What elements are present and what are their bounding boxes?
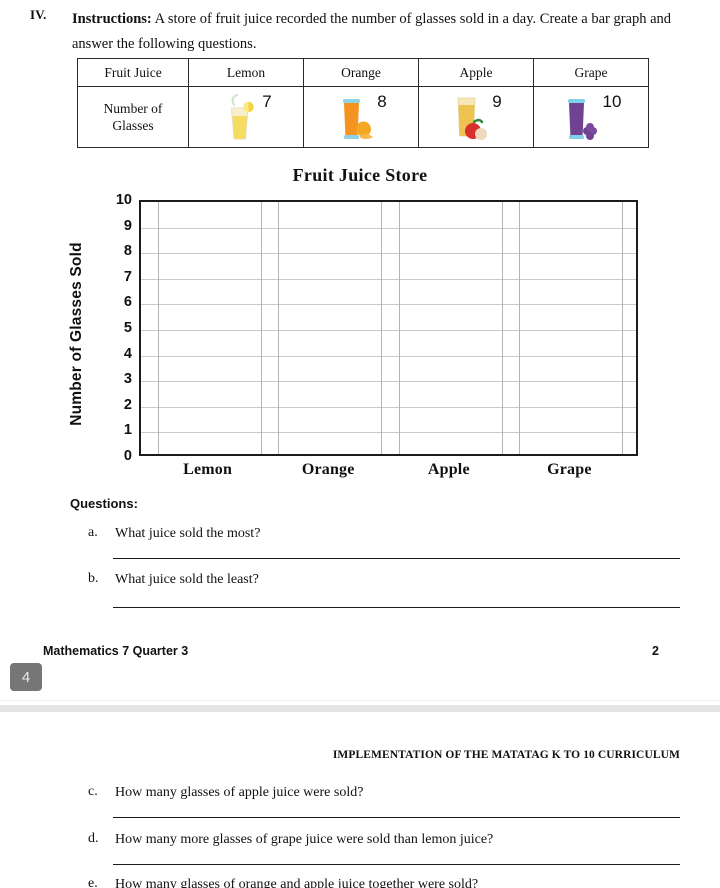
question-letter-c: c. (88, 784, 98, 799)
y-tick-1: 1 (123, 422, 132, 439)
page-separator (0, 700, 720, 717)
question-letter-e: e. (88, 876, 98, 888)
y-tick-8: 8 (123, 243, 132, 260)
question-letter-a: a. (88, 525, 98, 540)
instructions-body: A store of fruit juice recorded the numb… (72, 11, 672, 52)
table-cell-grape: 10 (533, 86, 649, 148)
question-item-b: b. What juice sold the least? (88, 571, 688, 589)
y-tick-10: 10 (115, 192, 132, 208)
lemon-juice-glass-icon (220, 91, 260, 143)
y-tick-9: 9 (123, 217, 132, 234)
chart-x-axis-labels: Lemon Orange Apple Grape (139, 461, 638, 485)
y-tick-4: 4 (123, 345, 132, 362)
y-tick-5: 5 (123, 320, 132, 336)
y-tick-2: 2 (123, 396, 132, 413)
question-item-a: a. What juice sold the most? (88, 525, 688, 543)
curriculum-header: IMPLEMENTATION OF THE MATATAG K TO 10 CU… (332, 749, 680, 761)
question-item-c: c. How many glasses of apple juice were … (88, 784, 688, 802)
table-cell-lemon: 7 (188, 86, 304, 148)
question-item-d: d. How many more glasses of grape juice … (88, 831, 688, 849)
y-tick-6: 6 (123, 294, 132, 311)
bar-graph: Fruit Juice Store Number of Glasses Sold… (0, 165, 720, 490)
worksheet-page-1: IV. Instructions: A store of fruit juice… (0, 0, 720, 700)
y-tick-0: 0 (123, 448, 132, 464)
table-header-orange: Orange (303, 58, 419, 87)
x-label-lemon: Lemon (183, 461, 233, 478)
question-letter-b: b. (88, 571, 99, 586)
answer-line-b[interactable] (113, 607, 680, 608)
fruit-juice-data-table: Fruit Juice Lemon Orange Apple Grape Num… (77, 58, 649, 148)
orange-value: 8 (377, 92, 387, 111)
apple-juice-glass-icon (450, 91, 490, 143)
apple-value: 9 (492, 92, 502, 111)
question-letter-d: d. (88, 831, 99, 846)
table-cell-apple: 9 (418, 86, 534, 148)
table-header-apple: Apple (418, 58, 534, 87)
table-values-row: Number of Glasses 7 8 9 10 (77, 86, 649, 148)
grape-value: 10 (602, 92, 622, 111)
bar-slot-apple[interactable] (398, 202, 503, 454)
x-label-grape: Grape (547, 461, 592, 478)
y-tick-3: 3 (123, 371, 132, 388)
lemon-value: 7 (262, 92, 272, 111)
instructions-label: Instructions: (72, 11, 152, 27)
chart-y-axis-ticks: 10 9 8 7 6 5 4 3 2 1 0 (98, 192, 132, 464)
table-header-lemon: Lemon (188, 58, 304, 87)
page-separator-band (0, 705, 720, 712)
instructions-text: Instructions: A store of fruit juice rec… (72, 7, 690, 57)
answer-line-a[interactable] (113, 558, 680, 559)
x-label-apple: Apple (427, 461, 470, 478)
question-text-b: What juice sold the least? (115, 572, 259, 587)
table-row-header-number-of-glasses: Number of Glasses (77, 86, 189, 148)
table-header-grape: Grape (533, 58, 649, 87)
worksheet-page-2: IMPLEMENTATION OF THE MATATAG K TO 10 CU… (0, 716, 720, 888)
y-tick-7: 7 (123, 268, 132, 285)
bar-slot-orange[interactable] (278, 202, 383, 454)
bar-slot-grape[interactable] (519, 202, 624, 454)
bar-slot-lemon[interactable] (157, 202, 262, 454)
orange-juice-glass-icon (335, 91, 375, 143)
chart-title: Fruit Juice Store (292, 165, 428, 185)
question-text-a: What juice sold the most? (115, 526, 261, 541)
chart-y-axis-label: Number of Glasses Sold (68, 242, 85, 426)
answer-line-c[interactable] (113, 817, 680, 818)
table-header-row: Fruit Juice Lemon Orange Apple Grape (77, 58, 649, 87)
row-header-line-2: Glasses (112, 118, 154, 133)
question-text-d: How many more glasses of grape juice wer… (115, 832, 494, 847)
grape-juice-glass-icon (561, 91, 601, 143)
question-item-e: e. How many glasses of orange and apple … (88, 876, 688, 888)
table-row-header-fruit-juice: Fruit Juice (77, 58, 189, 87)
instructions-block: IV. Instructions: A store of fruit juice… (30, 7, 690, 57)
section-numeral: IV. (30, 7, 47, 22)
page-indicator-badge[interactable]: 4 (10, 663, 42, 691)
question-text-c: How many glasses of apple juice were sol… (115, 785, 364, 800)
questions-heading: Questions: (70, 496, 138, 511)
table-cell-orange: 8 (303, 86, 419, 148)
row-header-line-1: Number of (103, 101, 163, 116)
footer-subject-label: Mathematics 7 Quarter 3 (43, 644, 189, 658)
footer-page-number: 2 (652, 644, 659, 658)
x-label-orange: Orange (301, 461, 355, 478)
question-text-e: How many glasses of orange and apple jui… (115, 877, 479, 888)
chart-plot-area[interactable] (139, 200, 638, 456)
answer-line-d[interactable] (113, 864, 680, 865)
